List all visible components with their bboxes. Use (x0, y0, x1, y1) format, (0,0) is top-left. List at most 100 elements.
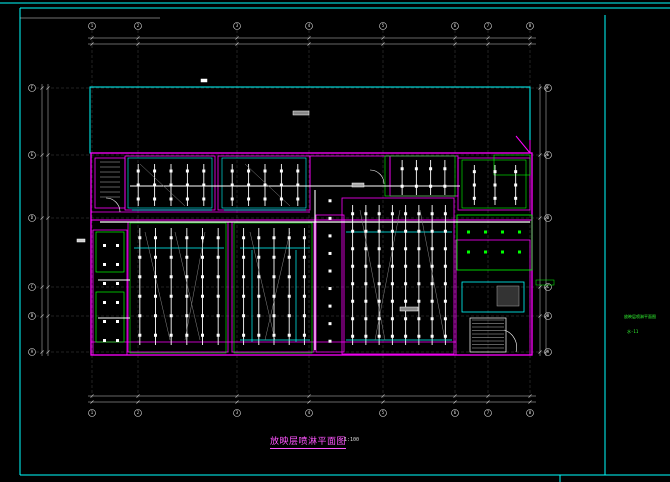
axis-label: 3 (235, 410, 239, 415)
title-block-name: 放映层喷淋平面图 (624, 314, 656, 319)
sprinkler-head (287, 333, 291, 337)
sprinkler-head (518, 230, 521, 234)
sprinkler-head (390, 229, 394, 233)
sprinkler-head (404, 282, 408, 286)
sprinkler-head (201, 314, 204, 318)
sprinkler-head (116, 282, 119, 285)
axis-label: 1 (90, 410, 94, 415)
sprinkler-head (493, 170, 497, 174)
sprinkler-head (216, 333, 220, 337)
sprinkler-head (287, 275, 291, 279)
sprinkler-head (153, 197, 157, 201)
drawing-frame (0, 2, 670, 482)
sprinkler-head (201, 294, 204, 298)
sprinkler-head (328, 199, 332, 203)
axis-label: 1 (90, 23, 94, 28)
drawing-scale: 1:100 (344, 437, 360, 443)
sprinkler-head (351, 317, 355, 321)
sprinkler-head (287, 236, 291, 240)
sprinkler-head (103, 263, 106, 266)
tag (292, 110, 310, 116)
axis-label: A (546, 349, 550, 354)
axis-label: 7 (486, 410, 490, 415)
axis-label: F (30, 85, 34, 90)
axis-label: 8 (528, 23, 532, 28)
sprinkler-head (154, 255, 157, 259)
sprinkler-head (169, 255, 173, 259)
sprinkler-head (501, 250, 504, 254)
tag (76, 238, 86, 243)
sprinkler-head (103, 320, 106, 323)
sprinkler-head (430, 229, 434, 233)
sprinkler-head (404, 264, 408, 268)
sprinkler-head (201, 333, 204, 337)
axis-label: C (546, 284, 550, 289)
sprinkler-head (247, 183, 251, 187)
sprinkler-head (351, 282, 355, 286)
sprinkler-head (430, 212, 434, 216)
sprinkler-head (202, 197, 206, 201)
sprinkler-head (443, 247, 447, 251)
sprinkler-head (287, 314, 291, 318)
sprinkler-head (430, 334, 434, 338)
sprinkler-head (116, 320, 119, 323)
sprinkler-head (185, 333, 189, 337)
sprinkler-head (417, 264, 421, 268)
sprinkler-head (404, 299, 408, 303)
sprinkler-head (377, 317, 381, 321)
sprinkler-head (230, 197, 234, 201)
sprinkler-head (472, 196, 476, 200)
drawing-title: 放映层喷淋平面图 (270, 434, 347, 449)
sprinkler-head (230, 169, 234, 173)
axis-label: 8 (528, 410, 532, 415)
sprinkler-head (377, 282, 381, 286)
axis-label: D (30, 215, 34, 220)
sprinkler-head (377, 334, 381, 338)
sprinkler-head (216, 236, 220, 240)
green-zone (456, 214, 533, 271)
sprinkler-head (263, 183, 267, 187)
sprinkler-head (242, 255, 246, 259)
sprinkler-head (279, 183, 283, 187)
sprinkler-head (443, 299, 447, 303)
sprinkler-head (390, 264, 394, 268)
axis-label: E (30, 152, 34, 157)
duct-line (139, 163, 186, 207)
sprinkler-head (417, 212, 421, 216)
sprinkler-head (351, 299, 355, 303)
sprinkler-head (417, 282, 421, 286)
green-hall-1 (129, 222, 227, 354)
sprinkler-head (136, 197, 140, 201)
axis-label: 4 (307, 23, 311, 28)
sprinkler-head (328, 339, 332, 343)
sprinkler-head (351, 334, 355, 338)
sprinkler-head (257, 333, 261, 337)
sprinkler-head (328, 322, 332, 326)
sprinkler-head (302, 275, 306, 279)
sprinkler-head (302, 236, 306, 240)
sprinkler-head (153, 183, 157, 187)
sprinkler-head (257, 294, 261, 298)
sprinkler-head (169, 294, 173, 298)
sprinkler-head (364, 212, 368, 216)
sprinkler-head (443, 229, 447, 233)
green-room-1 (95, 231, 125, 273)
sprinkler-head (257, 255, 261, 259)
sprinkler-head (351, 247, 355, 251)
sprinkler-head (364, 282, 368, 286)
sprinkler-head (390, 299, 394, 303)
sprinkler-head (138, 294, 142, 298)
axis-label: E (546, 152, 550, 157)
sprinkler-head (138, 236, 142, 240)
green-room-2 (95, 291, 125, 343)
sprinkler-head (364, 334, 368, 338)
sprinkler-head (216, 314, 220, 318)
sprinkler-head (201, 236, 204, 240)
sprinkler-head (185, 314, 189, 318)
green-hall-2 (233, 222, 313, 354)
axis-label: 5 (381, 23, 385, 28)
sprinkler-head (138, 333, 142, 337)
sprinkler-head (169, 333, 173, 337)
axis-label: B (30, 313, 34, 318)
sprinkler-head (242, 314, 246, 318)
